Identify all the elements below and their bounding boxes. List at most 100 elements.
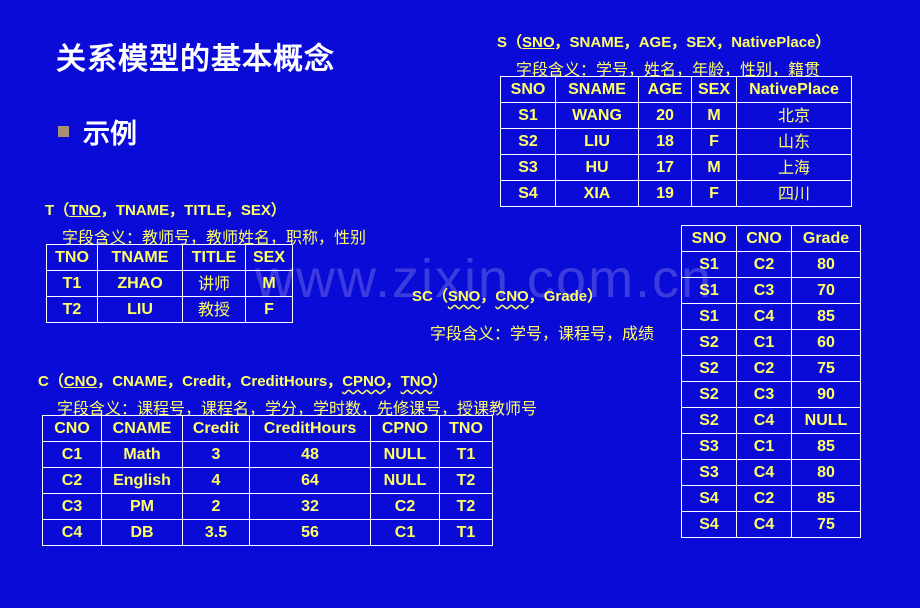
s-header-row: SNO SNAME AGE SEX NativePlace — [500, 76, 853, 103]
table-cell: 17 — [638, 154, 692, 181]
table-cell: 85 — [791, 433, 861, 460]
table-row: S3 HU 17 M 上海 — [500, 154, 853, 181]
c-header-row: CNO CNAME Credit CreditHours CPNO TNO — [42, 415, 493, 442]
bullet-text: 示例 — [83, 119, 137, 150]
t-schema-key: TNO — [69, 202, 101, 219]
table-cell: 85 — [791, 485, 861, 512]
table-cell: C1 — [42, 441, 102, 468]
s-column-header: SEX — [690, 76, 738, 103]
table-cell: ZHAO — [97, 270, 183, 297]
table-row: S1 WANG 20 M 北京 — [500, 102, 853, 129]
sc-schema-sep: ， — [480, 288, 496, 305]
table-cell: C2 — [736, 485, 792, 512]
s-schema-key: SNO — [522, 34, 555, 51]
table-cell: T1 — [439, 519, 493, 546]
table-cell: NULL — [791, 407, 861, 434]
table-cell: English — [101, 467, 183, 494]
table-cell: S4 — [681, 511, 737, 538]
table-cell: C3 — [736, 381, 792, 408]
c-column-header: Credit — [182, 415, 250, 442]
s-schema-prefix: S（ — [497, 34, 523, 51]
table-cell: 32 — [249, 493, 371, 520]
table-cell: 56 — [249, 519, 371, 546]
table-cell: 90 — [791, 381, 861, 408]
table-cell: 70 — [791, 277, 861, 304]
table-row: S3 C1 85 — [681, 433, 861, 460]
table-cell: C4 — [42, 519, 102, 546]
table-cell: C2 — [736, 355, 792, 382]
table-cell: C4 — [736, 303, 792, 330]
c-schema: C（CNO，CNAME，Credit，CreditHours，CPNO，TNO） — [38, 370, 447, 391]
table-cell: S3 — [681, 459, 737, 486]
table-cell: F — [245, 296, 293, 323]
table-cell: 75 — [791, 355, 861, 382]
table-cell: S4 — [681, 485, 737, 512]
table-cell: C2 — [370, 493, 440, 520]
table-cell: DB — [101, 519, 183, 546]
table-cell: S2 — [681, 381, 737, 408]
table-cell: T2 — [439, 467, 493, 494]
c-schema-end: ） — [432, 373, 448, 390]
c-schema-fk1: CPNO — [342, 373, 386, 390]
table-cell: S1 — [681, 251, 737, 278]
table-cell: 60 — [791, 329, 861, 356]
table-cell: WANG — [555, 102, 639, 129]
table-cell: 80 — [791, 459, 861, 486]
sc-schema: SC（SNO，CNO，Grade） — [412, 285, 602, 306]
table-cell: NULL — [370, 467, 440, 494]
t-table: TNO TNAME TITLE SEX T1 ZHAO 讲师 M T2 LIU 教授 F — [46, 244, 293, 323]
c-column-header: CPNO — [370, 415, 440, 442]
table-cell: 四川 — [736, 180, 853, 207]
table-row: S4 XIA 19 F 四川 — [500, 180, 853, 207]
table-cell: 北京 — [736, 102, 853, 129]
c-schema-key: CNO — [63, 373, 98, 390]
table-cell: 山东 — [736, 128, 853, 155]
table-row: S4 C4 75 — [681, 511, 861, 538]
table-cell: C4 — [736, 459, 792, 486]
table-row: S2 C2 75 — [681, 355, 861, 382]
table-cell: 上海 — [736, 154, 853, 181]
table-cell: 2 — [182, 493, 250, 520]
table-cell: 讲师 — [182, 270, 246, 297]
table-cell: 19 — [638, 180, 692, 207]
table-cell: T2 — [439, 493, 493, 520]
table-row: T1 ZHAO 讲师 M — [46, 270, 293, 297]
table-cell: S4 — [500, 180, 556, 207]
c-column-header: CNAME — [101, 415, 183, 442]
table-cell: 64 — [249, 467, 371, 494]
s-column-header: SNAME — [555, 76, 639, 103]
table-row: S1 C3 70 — [681, 277, 861, 304]
sc-column-header: Grade — [791, 225, 861, 252]
table-cell: C2 — [736, 251, 792, 278]
table-cell: 20 — [638, 102, 692, 129]
table-cell: 3.5 — [182, 519, 250, 546]
table-row: S1 C2 80 — [681, 251, 861, 278]
table-cell: PM — [101, 493, 183, 520]
sc-header-row: SNO CNO Grade — [681, 225, 861, 252]
t-column-header: SEX — [245, 244, 293, 271]
c-schema-fk2: TNO — [400, 373, 433, 390]
table-row: C4 DB 3.5 56 C1 T1 — [42, 519, 493, 546]
s-column-header: SNO — [500, 76, 556, 103]
sc-column-header: SNO — [681, 225, 737, 252]
table-row: S4 C2 85 — [681, 485, 861, 512]
table-row: S2 C1 60 — [681, 329, 861, 356]
table-cell: NULL — [370, 441, 440, 468]
c-table: CNO CNAME Credit CreditHours CPNO TNO C1 Math 3 4… — [42, 415, 493, 546]
c-schema-sep: ， — [385, 373, 401, 390]
table-cell: 18 — [638, 128, 692, 155]
table-cell: T1 — [439, 441, 493, 468]
table-cell: F — [690, 180, 738, 207]
table-cell: 75 — [791, 511, 861, 538]
c-column-header: CNO — [42, 415, 102, 442]
t-column-header: TNAME — [97, 244, 183, 271]
t-column-header: TITLE — [182, 244, 246, 271]
table-cell: T1 — [46, 270, 98, 297]
table-cell: T2 — [46, 296, 98, 323]
table-cell: M — [245, 270, 293, 297]
table-cell: 85 — [791, 303, 861, 330]
table-cell: S2 — [500, 128, 556, 155]
sc-column-header: CNO — [736, 225, 792, 252]
bullet-square-icon — [58, 126, 69, 137]
table-cell: Math — [101, 441, 183, 468]
